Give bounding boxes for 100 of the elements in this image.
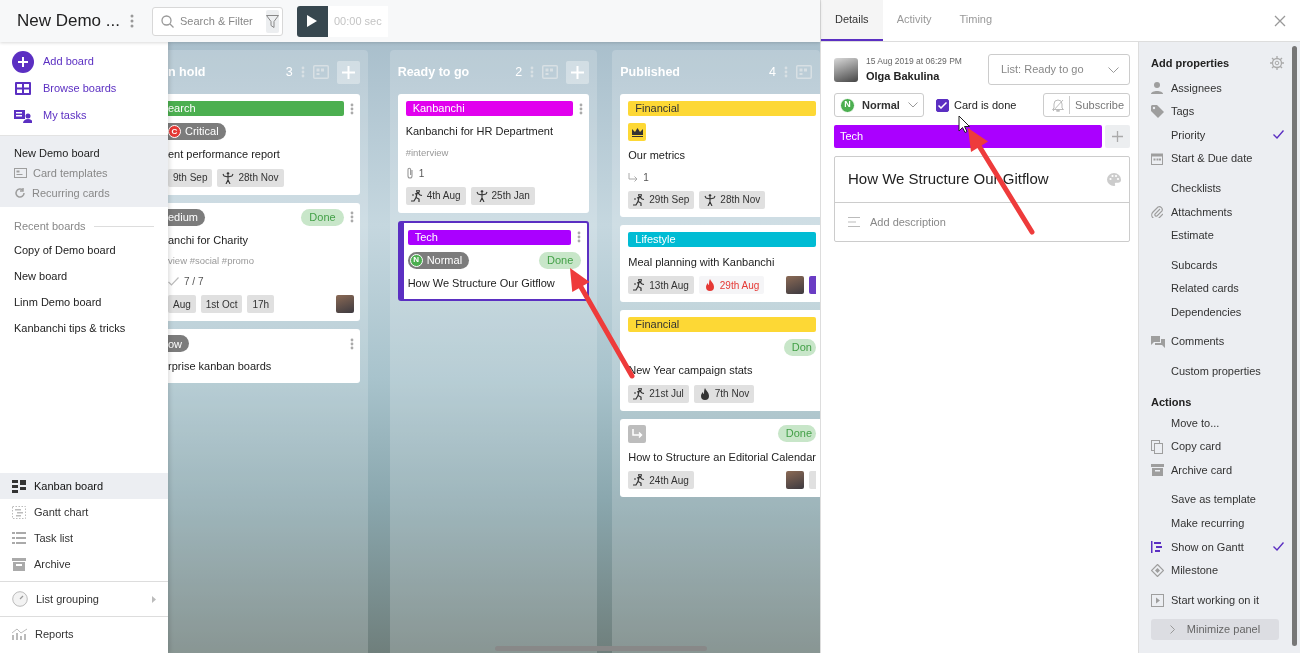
card[interactable]: Lifestyle Meal planning with Kanbanchi 13th Aug 29th Aug (620, 224, 820, 302)
property-item[interactable]: Show on Gantt (1151, 535, 1284, 559)
kebab-icon[interactable] (130, 14, 134, 28)
play-button[interactable] (297, 5, 328, 37)
kebab-icon[interactable] (579, 102, 584, 115)
filter-button[interactable] (266, 9, 279, 33)
property-item[interactable]: Custom properties (1151, 359, 1284, 384)
avatar-photo (834, 57, 858, 82)
minimize-button[interactable]: Minimize panel (1151, 618, 1279, 640)
add-card-button[interactable] (566, 60, 590, 84)
board-title: New Demo ... (17, 10, 120, 33)
property-item[interactable]: Move to... (1151, 411, 1284, 435)
sidebar-action[interactable]: My tasks (0, 102, 168, 129)
archive-icon (12, 557, 26, 571)
chevron-icon (1108, 66, 1119, 73)
card[interactable]: earch C Critical ent performance report 9th Sep 28th Nov (168, 94, 360, 195)
property-item[interactable]: Estimate (1151, 223, 1284, 248)
play-icon (307, 15, 318, 27)
play-icon (1151, 593, 1164, 607)
property-item[interactable]: Archive card (1151, 458, 1284, 482)
date-chip: 9th Sep (168, 168, 213, 187)
add-card-button[interactable] (336, 60, 360, 84)
arrow-shape (631, 428, 643, 439)
property-item[interactable]: Tags (1151, 99, 1284, 124)
current-board[interactable]: New Demo board (0, 144, 168, 163)
kebab-icon[interactable] (530, 66, 535, 78)
kebab-icon[interactable] (577, 231, 582, 244)
list-grouping-item[interactable]: List grouping (0, 586, 168, 612)
card[interactable]: Done How to Structure an Editorial Calendar 24th Aug (620, 418, 820, 497)
view-item[interactable]: Gantt chart (0, 499, 168, 525)
close-button[interactable] (1274, 14, 1286, 27)
standing-figure-icon (704, 193, 717, 206)
template-icon (14, 168, 27, 178)
gear-icon[interactable] (1270, 56, 1284, 70)
card-layout-icon[interactable] (542, 65, 559, 79)
property-item[interactable]: Checklists (1151, 176, 1284, 200)
sidebar-action[interactable]: Add board (0, 48, 168, 75)
done-checkbox[interactable]: Card is done (936, 96, 1017, 114)
tag-label: Financial (628, 317, 816, 332)
card[interactable]: Tech N Normal Done How We Structure Our Gitflow (397, 220, 590, 302)
checkmark-shape (938, 101, 947, 109)
property-item[interactable]: Priority (1151, 123, 1284, 147)
property-item[interactable]: Make recurring (1151, 511, 1284, 536)
property-item[interactable]: Comments (1151, 329, 1284, 354)
add-tag-button[interactable] (1105, 125, 1130, 148)
runner-icon (410, 189, 423, 202)
property-item[interactable]: Copy card (1151, 434, 1284, 459)
calendar-icon (1151, 152, 1163, 166)
view-item[interactable]: Kanban board (0, 473, 168, 499)
card-count: 3 (285, 63, 293, 81)
property-item[interactable]: Milestone (1151, 558, 1284, 583)
priority-pill: C Critical (168, 123, 226, 140)
list-dropdown[interactable]: List: Ready to go (988, 54, 1130, 85)
date-chip: 29th Sep (628, 190, 695, 209)
palette-icon[interactable] (1107, 173, 1121, 186)
runner-icon (633, 279, 646, 291)
card[interactable]: Kanbanchi Kanbanchi for HR Department #interview 1 4th Aug 25th Jan (397, 94, 590, 213)
card-layout-icon[interactable] (796, 65, 812, 79)
attachment-count: 1 (418, 166, 425, 181)
sidebar-action[interactable]: Browse boards (0, 75, 168, 102)
search-input[interactable]: Search & Filter (180, 12, 260, 30)
kebab-icon[interactable] (300, 66, 305, 78)
property-item[interactable]: Attachments (1151, 199, 1284, 224)
gantt-icon (12, 505, 26, 519)
property-item[interactable]: Assignees (1151, 76, 1284, 100)
recent-board[interactable]: New board (0, 263, 168, 289)
priority-dropdown[interactable]: N Normal (834, 93, 924, 117)
view-item[interactable]: Task list (0, 525, 168, 551)
property-item[interactable]: Save as template (1151, 487, 1284, 512)
card-title: How We Structure Our Gitflow (407, 275, 556, 291)
tab[interactable]: Details (821, 0, 883, 41)
recent-board[interactable]: Linm Demo board (0, 289, 168, 315)
scrollbar[interactable] (495, 646, 707, 651)
done-label: Don (783, 339, 816, 356)
card[interactable]: Financial Our metrics 1 29th Sep 28th Nov (620, 94, 820, 217)
recent-board[interactable]: Copy of Demo board (0, 237, 168, 263)
scrollbar[interactable] (1292, 46, 1297, 646)
kebab-icon[interactable] (349, 211, 354, 223)
card[interactable]: edium Done anchi for Charity view #social #promo 7 / 7 Aug 1st Oct 17h (168, 202, 360, 322)
kebab-icon[interactable] (349, 337, 354, 350)
tag-label: Financial (628, 101, 816, 116)
kebab-icon[interactable] (349, 102, 354, 115)
property-item[interactable]: Start & Due date (1151, 146, 1284, 171)
property-item[interactable]: Subcards (1151, 253, 1284, 277)
card-title[interactable]: How We Structure Our Gitflow (848, 168, 1049, 191)
card-layout-icon[interactable] (312, 65, 329, 79)
reports-item[interactable]: Reports (0, 621, 168, 647)
search-field[interactable]: Search & Filter (152, 6, 283, 36)
property-item[interactable]: Start working on it (1151, 588, 1284, 612)
date-chip: 25th Jan (470, 186, 535, 205)
chart-icon (12, 628, 27, 640)
property-item[interactable]: Related cards (1151, 276, 1284, 301)
date-chip: 4th Aug (405, 186, 466, 205)
description-field[interactable]: Add description (835, 203, 1129, 241)
recent-board[interactable]: Kanbanchi tips & tricks (0, 315, 168, 341)
card[interactable]: ow rprise kanban boards (168, 329, 360, 383)
hashtags: view #social #promo (168, 254, 256, 268)
property-item[interactable]: Dependencies (1151, 300, 1284, 324)
subscribe-button[interactable]: Subscribe (1043, 93, 1130, 117)
view-item[interactable]: Archive (0, 551, 168, 577)
